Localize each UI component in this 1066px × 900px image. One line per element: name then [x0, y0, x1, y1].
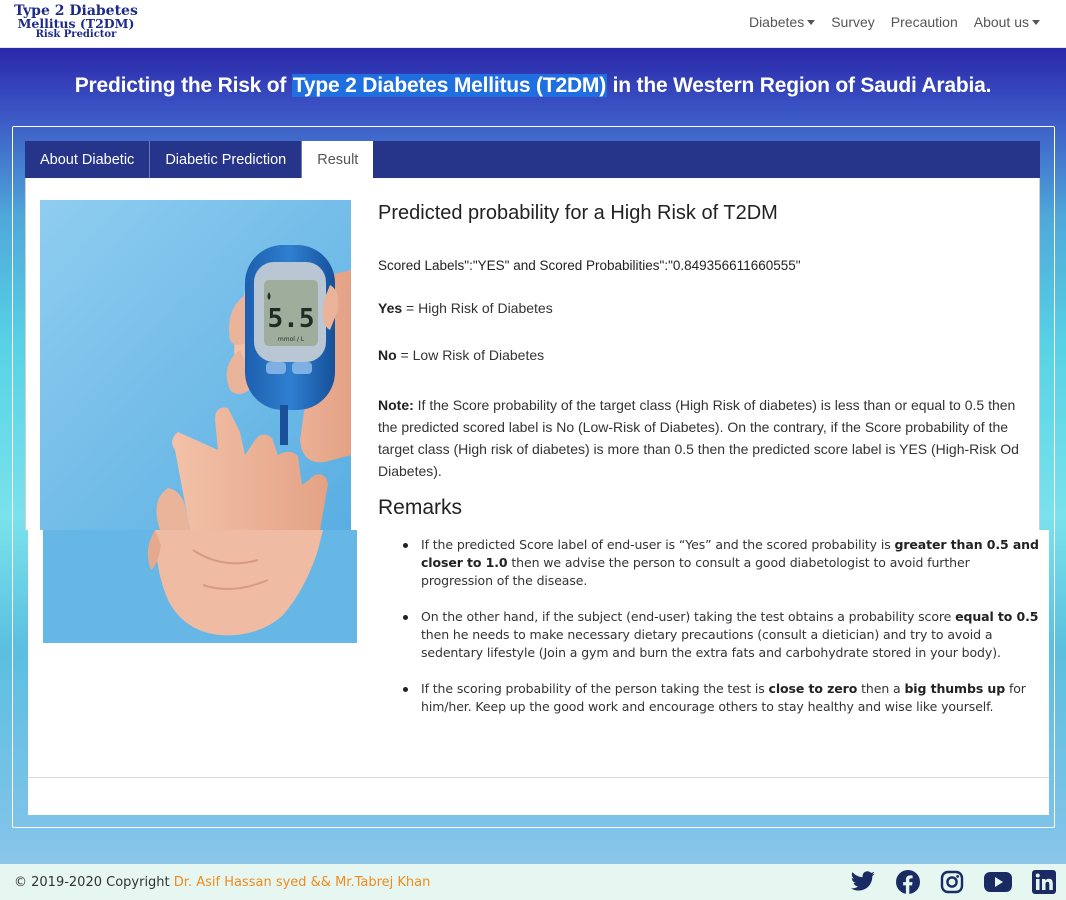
linkedin-icon[interactable]: [1032, 870, 1056, 894]
remark-text: then he needs to make necessary dietary …: [421, 627, 1001, 660]
note-label: Note:: [378, 397, 414, 413]
nav-diabetes-dropdown[interactable]: Diabetes: [741, 14, 823, 30]
glucometer-illustration: 5.5 mmol / L: [40, 200, 351, 530]
logo-line-3: Risk Predictor: [35, 29, 117, 40]
tab-result[interactable]: Result: [302, 141, 374, 178]
twitter-icon[interactable]: [850, 871, 876, 893]
no-definition: No = Low Risk of Diabetes: [378, 347, 544, 363]
title-highlight: Type 2 Diabetes Mellitus (T2DM): [291, 74, 607, 97]
footer: © 2019-2020 Copyright Dr. Asif Hassan sy…: [0, 864, 1066, 900]
nav-precaution-link[interactable]: Precaution: [883, 14, 966, 30]
yes-definition: Yes = High Risk of Diabetes: [378, 300, 553, 316]
scored-output: Scored Labels":"YES" and Scored Probabil…: [378, 258, 801, 273]
authors-link[interactable]: Dr. Asif Hassan syed && Mr.Tabrej Khan: [174, 875, 431, 890]
nav-precaution-label: Precaution: [890, 14, 958, 30]
nav-about-label: About us: [973, 14, 1029, 30]
tab-diabetic-prediction[interactable]: Diabetic Prediction: [150, 141, 303, 178]
tab-bar: About Diabetic Diabetic Prediction Resul…: [25, 141, 1040, 178]
nav-about-dropdown[interactable]: About us: [966, 14, 1048, 30]
nav-links: Diabetes Survey Precaution About us: [741, 14, 1048, 30]
copyright-text: © 2019-2020 Copyright: [14, 875, 174, 890]
youtube-icon[interactable]: [984, 872, 1012, 892]
remark-emphasis: equal to 0.5: [955, 609, 1039, 624]
list-item: On the other hand, if the subject (end-u…: [400, 608, 1040, 662]
page-title: Predicting the Risk of Type 2 Diabetes M…: [0, 74, 1066, 98]
remark-text: If the scoring probability of the person…: [421, 681, 769, 696]
panel-divider: [28, 777, 1049, 778]
remark-text: If the predicted Score label of end-user…: [421, 537, 895, 552]
glucometer-reading: 5.5: [268, 304, 315, 334]
remark-emphasis: close to zero: [768, 681, 858, 696]
caret-down-icon: [1032, 19, 1040, 25]
remark-text: then a: [857, 681, 905, 696]
result-heading: Predicted probability for a High Risk of…: [378, 202, 778, 224]
yes-text: = High Risk of Diabetes: [402, 300, 553, 316]
yes-label: Yes: [378, 300, 403, 316]
glucometer-photo-lower: [43, 530, 357, 643]
no-text: = Low Risk of Diabetes: [396, 347, 545, 363]
nav-survey-link[interactable]: Survey: [823, 14, 883, 30]
nav-survey-label: Survey: [831, 14, 875, 30]
glucometer-unit: mmol / L: [278, 336, 305, 343]
copyright: © 2019-2020 Copyright Dr. Asif Hassan sy…: [14, 875, 430, 890]
remarks-list: If the predicted Score label of end-user…: [400, 536, 1040, 734]
title-prefix: Predicting the Risk of: [74, 74, 292, 97]
caret-down-icon: [807, 19, 816, 25]
remark-emphasis: big thumbs up: [904, 681, 1006, 696]
site-logo[interactable]: Type 2 Diabetes Mellitus (T2DM) Risk Pre…: [10, 4, 142, 40]
nav-diabetes-label: Diabetes: [748, 14, 805, 30]
instagram-icon[interactable]: [940, 870, 964, 894]
hand-illustration: [43, 530, 357, 643]
remark-text: On the other hand, if the subject (end-u…: [421, 609, 956, 624]
list-item: If the scoring probability of the person…: [400, 680, 1040, 716]
title-suffix: in the Western Region of Saudi Arabia.: [607, 74, 992, 97]
facebook-icon[interactable]: [896, 870, 920, 894]
glucometer-photo: 5.5 mmol / L: [40, 200, 351, 530]
note-paragraph: Note: If the Score probability of the ta…: [378, 394, 1026, 482]
navbar: Type 2 Diabetes Mellitus (T2DM) Risk Pre…: [0, 0, 1066, 48]
remarks-heading: Remarks: [378, 496, 463, 519]
no-label: No: [378, 347, 397, 363]
note-text: If the Score probability of the target c…: [378, 397, 1019, 479]
list-item: If the predicted Score label of end-user…: [400, 536, 1040, 590]
social-links: [850, 870, 1056, 894]
tab-about-diabetic[interactable]: About Diabetic: [25, 141, 151, 178]
